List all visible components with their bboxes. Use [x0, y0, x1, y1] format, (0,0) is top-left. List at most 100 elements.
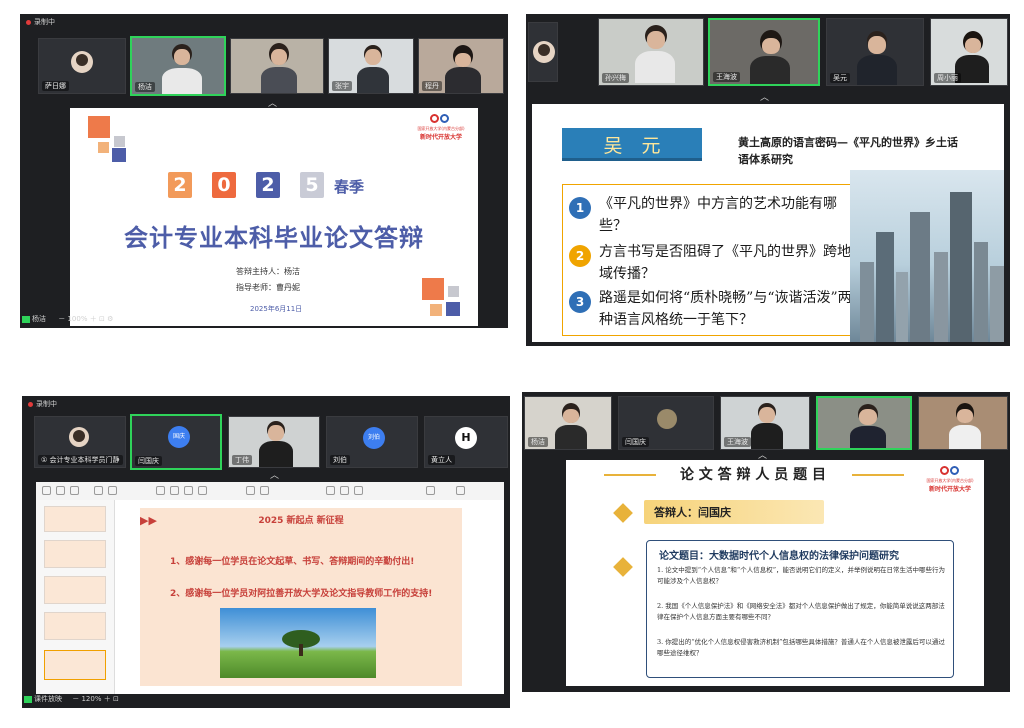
participant-tile[interactable]: 孙兴梅	[598, 18, 704, 86]
question-card: 论文题目：大数据时代个人信息权的法律保护问题研究 1. 论文中提到“个人信息”和…	[646, 540, 954, 678]
logo-line-2: 新时代开放大学	[419, 134, 462, 141]
avatar	[71, 51, 93, 73]
decor-square	[112, 148, 126, 162]
participant-tile[interactable]: 丁伟	[228, 416, 320, 468]
tree-landscape-image	[220, 608, 376, 678]
participant-tile[interactable]: 张宇	[230, 38, 324, 94]
participant-tile[interactable]: H 黄立人	[424, 416, 508, 468]
fit-icon[interactable]: ⊡	[99, 315, 105, 323]
participant-tile[interactable]: ① 会计专业本科学员门静	[34, 416, 126, 468]
bold-icon[interactable]	[156, 486, 165, 495]
zoom-out-icon[interactable]: －	[58, 315, 65, 323]
participant-name: 刘伯	[330, 455, 350, 465]
question-text: 2. 我国《个人信息保护法》和《网络安全法》都对个人信息保护做出了规定，你能简单…	[657, 602, 945, 621]
question-box: 1 《平凡的世界》中方言的艺术功能有哪些？ 2 方言书写是否阻碍了《平凡的世界》…	[562, 184, 864, 336]
presenter-bar[interactable]: 杨洁 － 100% ＋ ⊡ ⚙	[22, 314, 113, 324]
participant-strip: 萨日娜 杨洁 张宇 张宇	[20, 28, 508, 98]
section-title: 论 文 答 辩 人 员 题 目	[679, 467, 827, 483]
season-label: 春季	[334, 178, 365, 196]
recording-indicator: 录制中	[28, 399, 57, 409]
participant-tile[interactable]: 吴元	[826, 18, 924, 86]
participant-strip: ① 会计专业本科学员门静 国庆 闫国庆 丁伟 刘伯 刘伯 H 黄立人	[22, 410, 510, 472]
participant-tile[interactable]: 王海波	[720, 396, 810, 450]
current-slide: ▶▶ 2025 新起点 新征程 1、感谢每一位学员在论文起草、书写、答辩期间的辛…	[140, 508, 462, 686]
cut-icon[interactable]	[56, 486, 65, 495]
decor-square	[446, 302, 460, 316]
school-logo: 国家开放大学(内蒙古分部) 新时代开放大学	[412, 114, 470, 144]
logo-emblem-icon	[430, 114, 450, 124]
align-center-icon[interactable]	[260, 486, 269, 495]
participant-name: 闫国庆	[622, 437, 649, 447]
host-line: 答辩主持人：杨洁	[236, 267, 300, 276]
participant-tile[interactable]: 闫国庆	[618, 396, 714, 450]
shared-slide: 吴 元 黄土高原的语言密码—《平凡的世界》乡土话语体系研究 1 《平凡的世界》中…	[532, 104, 1004, 342]
respondent-line: 答辩人：闫国庆	[654, 506, 731, 519]
year-digit: 2	[168, 172, 192, 198]
align-left-icon[interactable]	[246, 486, 255, 495]
decor-square	[422, 278, 444, 300]
participant-tile[interactable]: 王海波	[708, 18, 820, 86]
new-slide-icon[interactable]	[94, 486, 103, 495]
shared-slide: 论 文 答 辩 人 员 题 目 国家开放大学(内蒙古分部) 新时代开放大学 答辩…	[566, 460, 984, 686]
participant-tile[interactable]	[918, 396, 1008, 450]
participant-tile[interactable]: 张宇	[328, 38, 414, 94]
participant-tile[interactable]	[528, 22, 558, 82]
avatar	[533, 41, 555, 63]
slide-main-title: 会计专业本科毕业论文答辩	[124, 224, 424, 252]
underline-icon[interactable]	[184, 486, 193, 495]
participant-tile[interactable]: 国庆 闫国庆	[130, 414, 222, 470]
zoom-in-icon[interactable]: ＋	[104, 695, 111, 703]
participant-name: 丁伟	[232, 455, 252, 465]
participant-name: 吴元	[830, 73, 850, 83]
question-number-badge: 1	[569, 197, 591, 219]
collapse-chevron-icon[interactable]: ︿	[760, 94, 769, 103]
slide-thumbnail[interactable]	[44, 612, 106, 640]
school-logo: 国家开放大学(内蒙古分部) 新时代开放大学	[922, 466, 978, 496]
participant-tile[interactable]: 周小丽	[930, 18, 1008, 86]
diamond-marker-icon	[613, 557, 633, 577]
meeting-window-top-right: 孙兴梅 王海波 吴元 周小丽 ︿ 吴 元 黄土高原的语言密码—《平凡的世界》乡土…	[526, 14, 1010, 346]
participant-tile[interactable]: 程丹	[418, 38, 504, 94]
slide-thumbnail[interactable]	[44, 506, 106, 532]
camera-icon	[24, 695, 32, 703]
question-text: 《平凡的世界》中方言的艺术功能有哪些？	[599, 196, 837, 234]
avatar: 国庆	[168, 426, 190, 448]
fit-icon[interactable]: ⊡	[113, 695, 119, 703]
textbox-icon[interactable]	[354, 486, 363, 495]
slide-title: 2025 新起点 新征程	[258, 516, 344, 526]
year-digit: 5	[300, 172, 324, 198]
participant-tile[interactable]: 杨洁	[524, 396, 612, 450]
collapse-chevron-icon[interactable]: ︿	[270, 472, 279, 481]
find-icon[interactable]	[456, 486, 465, 495]
decor-square	[448, 286, 459, 297]
avatar	[657, 409, 677, 429]
participant-tile[interactable]: 杨洁	[130, 36, 226, 96]
picture-icon[interactable]	[340, 486, 349, 495]
layout-icon[interactable]	[108, 486, 117, 495]
presenter-bar[interactable]: 课件放映 － 120% ＋ ⊡	[24, 694, 119, 704]
arrange-icon[interactable]	[426, 486, 435, 495]
settings-icon[interactable]: ⚙	[107, 315, 113, 323]
paste-icon[interactable]	[42, 486, 51, 495]
slide-thumbnail[interactable]	[44, 650, 106, 680]
participant-tile[interactable]	[816, 396, 912, 450]
zoom-out-icon[interactable]: －	[72, 695, 79, 703]
participant-name: 王海波	[724, 437, 751, 447]
participant-name: 周小丽	[934, 73, 961, 83]
question-number-badge: 2	[569, 245, 591, 267]
avatar: 刘伯	[363, 427, 385, 449]
slide-thumbnail[interactable]	[44, 540, 106, 568]
participant-tile[interactable]: 萨日娜	[38, 38, 126, 94]
thesis-title: 黄土高原的语言密码—《平凡的世界》乡土话语体系研究	[738, 136, 958, 166]
shape-icon[interactable]	[326, 486, 335, 495]
respondent-banner: 答辩人：闫国庆	[644, 500, 824, 524]
zoom-in-icon[interactable]: ＋	[90, 315, 97, 323]
slide-thumbnail[interactable]	[44, 576, 106, 604]
italic-icon[interactable]	[170, 486, 179, 495]
format-icon[interactable]	[70, 486, 79, 495]
meeting-window-top-left: 录制中 萨日娜 杨洁 张宇 程丹 ︿ 国家开放大学(内蒙古分部) 新时代开放大学…	[20, 14, 508, 328]
participant-name: 萨日娜	[42, 81, 69, 91]
font-color-icon[interactable]	[198, 486, 207, 495]
record-dot-icon	[26, 19, 31, 25]
participant-tile[interactable]: 刘伯 刘伯	[326, 416, 418, 468]
